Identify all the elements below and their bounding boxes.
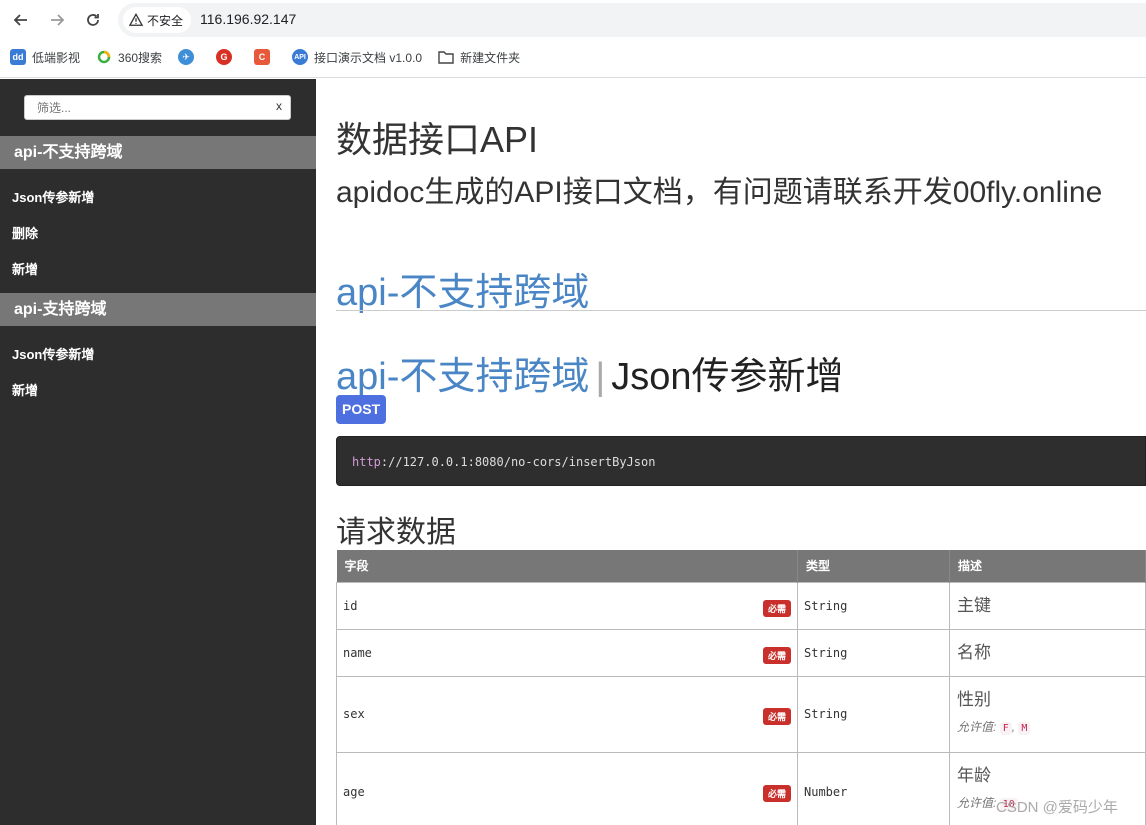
360-icon (96, 49, 112, 65)
endpoint-url: http://127.0.0.1:8080/no-cors/insertByJs… (336, 436, 1146, 486)
nav-item[interactable]: Json传参新增 (12, 187, 94, 206)
watermark: CSDN @爱码少年 (996, 799, 1118, 816)
endpoint-title: api-不支持跨域 | Json传参新增 (336, 345, 844, 400)
method-badge: POST (336, 395, 387, 424)
main-content: 数据接口API apidoc生成的API接口文档，有问题请联系开发00fly.o… (316, 79, 1146, 825)
column-header: 字段 (336, 550, 798, 582)
field-cell: sex 必需 (336, 675, 798, 753)
bookmark-folder[interactable]: 新建文件夹 (438, 44, 520, 70)
type-cell: String (797, 675, 950, 753)
bookmark-item[interactable]: dd 低端影视 (10, 44, 80, 70)
arrow-right-icon (51, 14, 65, 26)
nav-item[interactable]: 新增 (12, 380, 38, 399)
sidebar: x api-不支持跨域 Json传参新增 删除 新增 api-支持跨域 Json… (0, 79, 316, 825)
bookmark-item[interactable]: 360搜索 (96, 44, 162, 70)
field-cell: name 必需 (336, 628, 798, 677)
api-icon: API (292, 49, 309, 65)
field-cell: id 必需 (336, 581, 798, 630)
plane-icon: ✈ (178, 49, 195, 65)
filter-clear-button[interactable]: x (276, 99, 282, 113)
url-path: ://127.0.0.1:8080/no-cors/insertByJson (380, 455, 656, 469)
nav-group-header[interactable]: api-支持跨域 (0, 293, 316, 326)
desc-cell: 主键 (949, 581, 1146, 630)
nav-group-header[interactable]: api-不支持跨域 (0, 136, 316, 169)
field-name: sex (343, 707, 365, 721)
required-badge: 必需 (762, 646, 791, 664)
table-row: sex 必需 String 性别 允许值: F, M (336, 675, 1146, 753)
field-description: 主键 (957, 595, 991, 615)
page-title: 数据接口API (336, 119, 539, 160)
security-label: 不安全 (147, 13, 184, 28)
table-header-row: 字段 类型 描述 (336, 550, 1146, 582)
endpoint-group: api-不支持跨域 (336, 356, 590, 398)
nav-item[interactable]: Json传参新增 (12, 344, 94, 363)
table-row: id 必需 String 主键 (336, 581, 1146, 630)
reload-icon (87, 14, 99, 26)
url-text[interactable]: 116.196.92.147 (200, 11, 296, 27)
allowed-value: M (1018, 721, 1031, 735)
nav-item[interactable]: 删除 (12, 223, 38, 242)
field-description: 性别 (957, 689, 991, 709)
folder-icon (438, 49, 454, 65)
group-title: api-不支持跨域 (336, 272, 590, 314)
desc-cell: 性别 允许值: F, M (949, 675, 1146, 753)
type-cell: String (797, 628, 950, 677)
g-icon: G (216, 49, 233, 65)
filter-input[interactable] (25, 96, 265, 119)
table-row: name 必需 String 名称 (336, 628, 1146, 677)
desc-cell: 名称 (949, 628, 1146, 677)
type-cell: Number (797, 751, 950, 825)
required-badge: 必需 (762, 707, 791, 725)
field-name: age (343, 785, 365, 799)
warning-icon (129, 13, 143, 26)
c-icon: C (254, 49, 271, 65)
dd-icon: dd (10, 49, 26, 65)
request-title: 请求数据 (336, 516, 456, 549)
column-header: 描述 (949, 550, 1146, 582)
security-chip[interactable]: 不安全 (123, 7, 192, 33)
nav-item[interactable]: 新增 (12, 259, 38, 278)
back-button[interactable] (8, 7, 34, 33)
endpoint-name: Json传参新增 (611, 356, 844, 398)
url-protocol: http (352, 455, 381, 469)
bookmarks-bar: dd 低端影视 360搜索 ✈ G C API 接口演示文档 v1.0.0 新建… (0, 44, 1146, 70)
required-badge: 必需 (762, 599, 791, 617)
arrow-left-icon (13, 14, 27, 26)
field-description: 名称 (957, 642, 991, 662)
type-cell: String (797, 581, 950, 630)
endpoint-separator: | (595, 356, 606, 398)
address-bar[interactable]: 不安全 116.196.92.147 (118, 3, 1146, 37)
filter-box: x (24, 95, 291, 120)
field-cell: age 必需 (336, 751, 798, 825)
bookmark-item[interactable]: G (216, 44, 238, 70)
params-table: 字段 类型 描述 id 必需 String 主键 name 必需 String 名称… (336, 550, 1146, 825)
page-subtitle: apidoc生成的API接口文档，有问题请联系开发00fly.online (336, 176, 1103, 209)
reload-button[interactable] (80, 7, 106, 33)
bookmark-item[interactable]: ✈ (178, 44, 200, 70)
forward-button[interactable] (44, 7, 70, 33)
bookmark-item[interactable]: API 接口演示文档 v1.0.0 (292, 44, 422, 70)
required-badge: 必需 (762, 784, 791, 802)
bookmark-item[interactable]: C (254, 44, 276, 70)
divider (336, 310, 1146, 311)
browser-chrome: 不安全 116.196.92.147 dd 低端影视 360搜索 ✈ G C A… (0, 0, 1146, 78)
column-header: 类型 (797, 550, 950, 582)
field-name: id (343, 598, 358, 613)
allowed-values: 允许值: F, M (957, 718, 1145, 735)
field-name: name (343, 645, 372, 660)
field-description: 年龄 (957, 765, 991, 785)
allowed-value: F (999, 721, 1012, 735)
